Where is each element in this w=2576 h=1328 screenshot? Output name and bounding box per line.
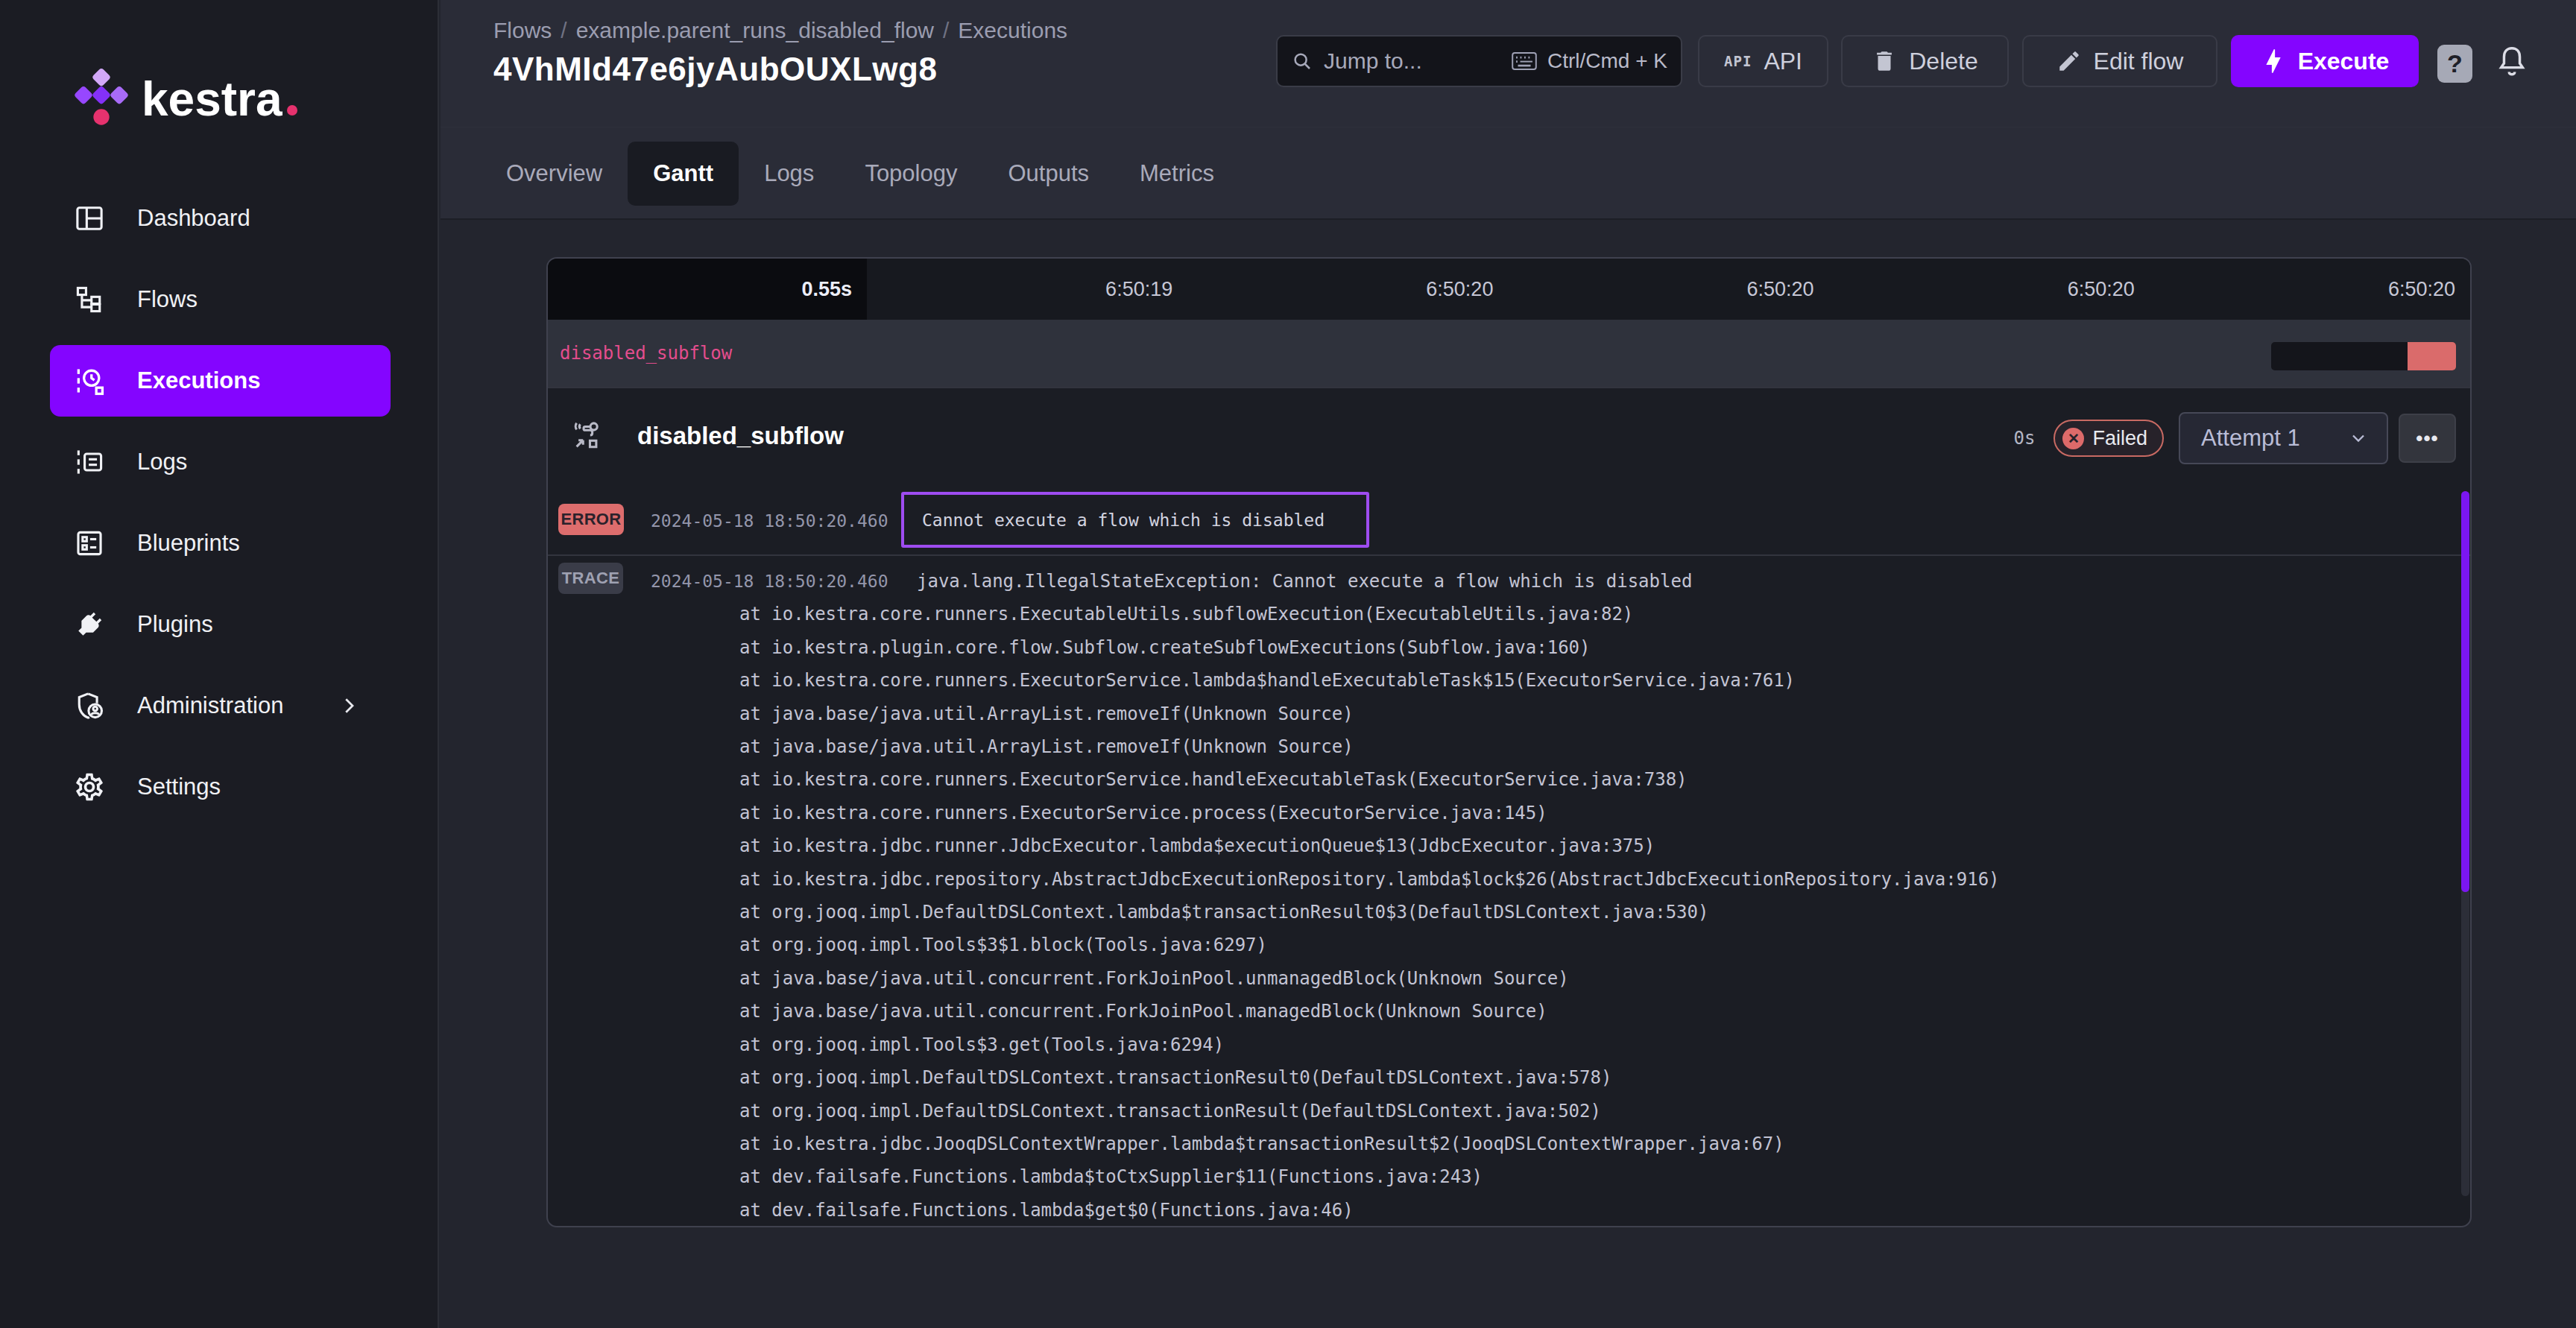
tab-topology[interactable]: Topology — [839, 142, 982, 206]
failed-x-icon: ✕ — [2062, 428, 2084, 449]
sidebar-nav: Dashboard Flows Executions Logs Blueprin… — [0, 183, 438, 823]
execute-button[interactable]: Execute — [2231, 35, 2419, 87]
breadcrumb[interactable]: Flows/example.parent_runs_disabled_flow/… — [493, 18, 1067, 43]
plugins-icon — [73, 608, 106, 641]
help-button[interactable]: ? — [2437, 45, 2472, 83]
tab-overview[interactable]: Overview — [481, 142, 628, 206]
sidebar-item-blueprints[interactable]: Blueprints — [50, 508, 391, 579]
tab-bar: Overview Gantt Logs Topology Outputs Met… — [441, 127, 2576, 220]
tab-metrics[interactable]: Metrics — [1114, 142, 1240, 206]
bell-icon[interactable] — [2495, 40, 2529, 82]
error-message: Cannot execute a flow which is disabled — [922, 510, 1325, 530]
sidebar-item-administration[interactable]: Administration — [50, 670, 391, 742]
search-input[interactable]: Jump to... Ctrl/Cmd + K — [1276, 35, 1682, 87]
api-button[interactable]: API API — [1698, 35, 1828, 87]
task-name: disabled_subflow — [637, 422, 844, 450]
tab-outputs[interactable]: Outputs — [982, 142, 1114, 206]
gantt-failed-segment — [2408, 342, 2456, 370]
subflow-icon — [570, 417, 604, 454]
kestra-logo[interactable]: kestra — [72, 67, 297, 131]
search-icon — [1291, 50, 1313, 72]
log-row-trace: TRACE 2024-05-18 18:50:20.460 java.lang.… — [548, 556, 2470, 1224]
logs-icon — [73, 446, 106, 478]
delete-button[interactable]: Delete — [1841, 35, 2009, 87]
keyboard-icon — [1512, 51, 1537, 71]
edit-flow-button[interactable]: Edit flow — [2022, 35, 2217, 87]
sidebar-item-executions[interactable]: Executions — [50, 345, 391, 417]
logo-dot — [287, 105, 297, 116]
sidebar-item-logs[interactable]: Logs — [50, 426, 391, 498]
timeline-header: 0.55s 6:50:19 6:50:20 6:50:20 6:50:20 6:… — [548, 259, 2470, 320]
sidebar-item-flows[interactable]: Flows — [50, 264, 391, 335]
sidebar: kestra Dashboard Flows Executions Logs — [0, 0, 439, 1328]
kestra-logo-icon — [72, 67, 131, 131]
page-title: 4VhMId47e6jyAubOUXLwg8 — [493, 51, 937, 88]
trace-level-badge: TRACE — [558, 563, 623, 594]
gantt-task-label[interactable]: disabled_subflow — [560, 320, 732, 387]
blueprints-icon — [73, 527, 106, 560]
breadcrumb-executions[interactable]: Executions — [958, 18, 1067, 42]
administration-icon — [73, 689, 106, 722]
breadcrumb-flows[interactable]: Flows — [493, 18, 552, 42]
api-icon: API — [1724, 53, 1752, 69]
executions-icon — [73, 364, 106, 397]
trash-icon — [1872, 48, 1897, 74]
error-timestamp: 2024-05-18 18:50:20.460 — [651, 511, 888, 531]
tab-logs[interactable]: Logs — [739, 142, 839, 206]
sidebar-item-dashboard[interactable]: Dashboard — [50, 183, 391, 254]
duration-cell: 0.55s — [548, 259, 867, 320]
task-duration: 0s — [2014, 428, 2036, 449]
pencil-icon — [2056, 48, 2082, 74]
timeline-times: 6:50:19 6:50:20 6:50:20 6:50:20 6:50:20 — [867, 259, 2470, 320]
task-controls: 0s ✕ Failed Attempt 1 ••• — [2014, 388, 2456, 488]
error-level-badge: ERROR — [558, 504, 624, 535]
error-message-box: Cannot execute a flow which is disabled — [901, 492, 1369, 548]
lightning-icon — [2261, 48, 2286, 74]
sidebar-item-plugins[interactable]: Plugins — [50, 589, 391, 660]
scrollbar-thumb[interactable] — [2461, 491, 2469, 892]
dashboard-icon — [73, 202, 106, 235]
log-row-error: ERROR 2024-05-18 18:50:20.460 Cannot exe… — [548, 488, 2470, 556]
status-badge-failed[interactable]: ✕ Failed — [2053, 420, 2164, 457]
task-header-row: disabled_subflow 0s ✕ Failed Attempt 1 •… — [548, 387, 2470, 488]
chevron-right-icon — [338, 695, 360, 717]
more-options-button[interactable]: ••• — [2399, 414, 2456, 463]
gantt-row[interactable]: disabled_subflow — [548, 320, 2470, 387]
gantt-panel: 0.55s 6:50:19 6:50:20 6:50:20 6:50:20 6:… — [546, 257, 2472, 1227]
tab-gantt[interactable]: Gantt — [628, 142, 739, 206]
stack-trace: java.lang.IllegalStateException: Cannot … — [739, 565, 2000, 1227]
logo-text: kestra — [142, 72, 297, 127]
flows-icon — [73, 283, 106, 316]
attempt-dropdown[interactable]: Attempt 1 — [2179, 412, 2388, 464]
gantt-progress-bar — [2271, 342, 2456, 370]
sidebar-item-settings[interactable]: Settings — [50, 751, 391, 823]
settings-icon — [73, 771, 106, 803]
header: Flows/example.parent_runs_disabled_flow/… — [441, 0, 2576, 127]
breadcrumb-flow-name[interactable]: example.parent_runs_disabled_flow — [576, 18, 934, 42]
chevron-down-icon — [2348, 428, 2369, 449]
